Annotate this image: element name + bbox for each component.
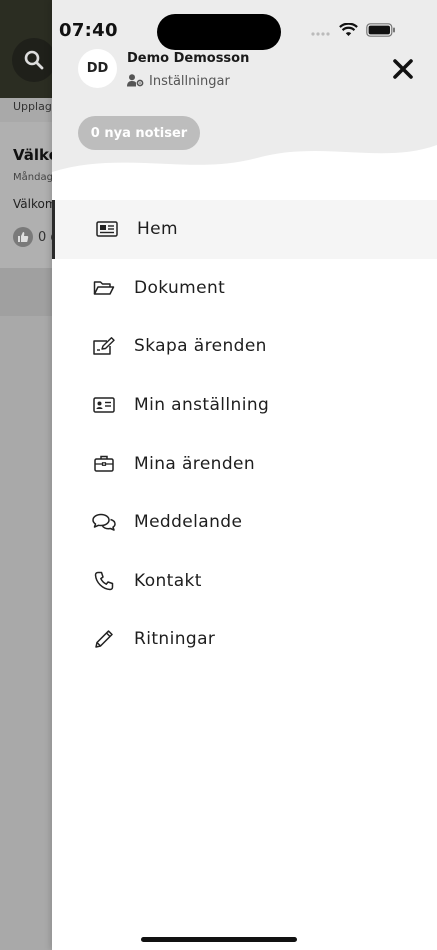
home-indicator bbox=[141, 937, 297, 942]
notifications-button[interactable]: 0 nya notiser bbox=[78, 116, 200, 150]
menu-item-min-anstallning[interactable]: Min anställning bbox=[52, 376, 437, 435]
phone-icon bbox=[92, 571, 116, 591]
drawer-menu: Hem Dokument Skapa ärenden Min anställni… bbox=[52, 200, 437, 669]
menu-label: Meddelande bbox=[134, 512, 243, 533]
create-case-icon bbox=[92, 336, 116, 356]
battery-icon bbox=[366, 22, 396, 41]
folder-open-icon bbox=[92, 278, 116, 298]
post-text: Välkom bbox=[13, 197, 57, 211]
status-icons bbox=[311, 22, 396, 41]
avatar[interactable]: DD bbox=[78, 49, 117, 88]
settings-link[interactable]: Inställningar bbox=[127, 72, 230, 91]
menu-label: Hem bbox=[137, 219, 179, 240]
menu-label: Mina ärenden bbox=[134, 453, 256, 474]
pencil-icon bbox=[92, 629, 116, 649]
menu-item-ritningar[interactable]: Ritningar bbox=[52, 610, 437, 669]
chat-bubbles-icon bbox=[92, 512, 116, 532]
menu-label: Min anställning bbox=[134, 395, 270, 416]
menu-item-kontakt[interactable]: Kontakt bbox=[52, 552, 437, 611]
menu-item-meddelande[interactable]: Meddelande bbox=[52, 493, 437, 552]
menu-label: Dokument bbox=[134, 277, 226, 298]
menu-label: Ritningar bbox=[134, 629, 216, 650]
newspaper-icon bbox=[95, 219, 119, 239]
menu-label: Kontakt bbox=[134, 570, 202, 591]
close-icon bbox=[393, 59, 413, 79]
close-button[interactable] bbox=[390, 56, 416, 82]
dynamic-island bbox=[157, 14, 281, 50]
search-icon bbox=[12, 38, 56, 82]
signal-icon bbox=[311, 22, 331, 41]
briefcase-icon bbox=[92, 454, 116, 474]
menu-item-mina-arenden[interactable]: Mina ärenden bbox=[52, 434, 437, 493]
menu-label: Skapa ärenden bbox=[134, 336, 267, 357]
thumbs-up-icon bbox=[13, 227, 33, 247]
post-date: Måndag bbox=[13, 172, 53, 183]
status-time: 07:40 bbox=[59, 20, 118, 41]
menu-item-dokument[interactable]: Dokument bbox=[52, 259, 437, 318]
id-card-icon bbox=[92, 395, 116, 415]
wifi-icon bbox=[339, 22, 358, 41]
user-name[interactable]: Demo Demosson bbox=[127, 51, 249, 66]
menu-item-skapa-arenden[interactable]: Skapa ärenden bbox=[52, 317, 437, 376]
user-settings-icon bbox=[127, 72, 144, 91]
menu-item-hem[interactable]: Hem bbox=[52, 200, 437, 259]
settings-label: Inställningar bbox=[149, 74, 230, 89]
uploaded-label: Upplagt bbox=[13, 100, 57, 113]
